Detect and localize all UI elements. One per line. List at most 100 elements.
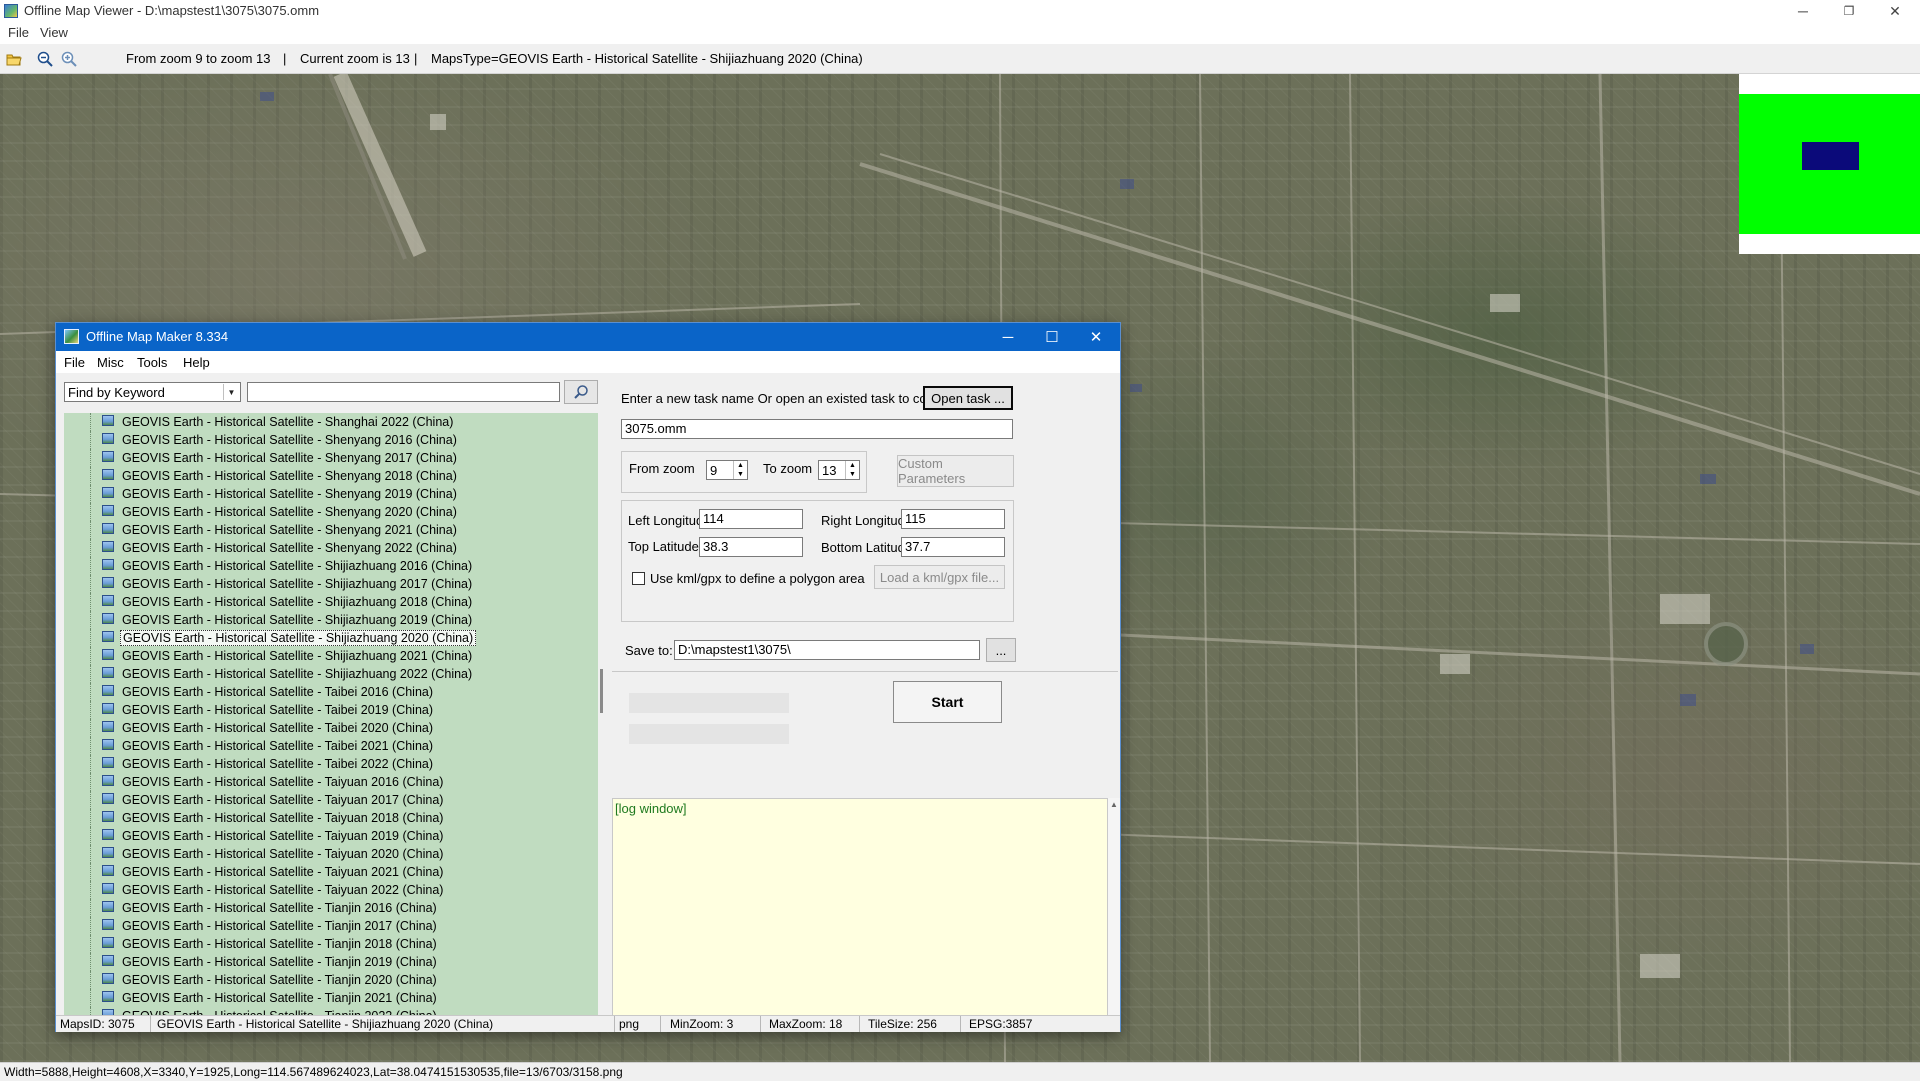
minimap-viewport[interactable] (1802, 142, 1859, 170)
save-path-field[interactable]: D:\mapstest1\3075\ (674, 640, 980, 660)
custom-parameters-button[interactable]: Custom Parameters (897, 455, 1014, 487)
list-item[interactable]: GEOVIS Earth - Historical Satellite - Sh… (64, 431, 598, 449)
list-item[interactable]: GEOVIS Earth - Historical Satellite - Ti… (64, 989, 598, 1007)
overview-minimap[interactable] (1739, 74, 1920, 254)
map-list-scrollbar[interactable] (598, 413, 606, 1015)
list-item[interactable]: GEOVIS Earth - Historical Satellite - Sh… (64, 575, 598, 593)
kml-checkbox[interactable] (632, 572, 645, 585)
dialog-maximize-button[interactable]: ☐ (1030, 323, 1074, 351)
map-layer-icon (102, 811, 114, 822)
toolbar-separator: | (414, 51, 418, 66)
list-item[interactable]: GEOVIS Earth - Historical Satellite - Ti… (64, 935, 598, 953)
list-item[interactable]: GEOVIS Earth - Historical Satellite - Ta… (64, 791, 598, 809)
bottom-latitude-field[interactable]: 37.7 (901, 537, 1005, 557)
list-item[interactable]: GEOVIS Earth - Historical Satellite - Ti… (64, 899, 598, 917)
browse-folder-button[interactable]: ... (986, 638, 1016, 662)
map-layer-icon (102, 973, 114, 984)
tree-connector (90, 665, 91, 683)
dialog-title-bar[interactable]: Offline Map Maker 8.334 ─ ☐ ✕ (56, 323, 1120, 351)
list-item[interactable]: GEOVIS Earth - Historical Satellite - Ti… (64, 917, 598, 935)
list-item[interactable]: GEOVIS Earth - Historical Satellite - Ta… (64, 719, 598, 737)
log-scrollbar[interactable]: ▲ ▼ (1108, 798, 1120, 1028)
log-window[interactable]: [log window] (612, 798, 1108, 1028)
right-longitude-field[interactable]: 115 (901, 509, 1005, 529)
dialog-close-button[interactable]: ✕ (1074, 323, 1118, 351)
from-zoom-stepper[interactable]: 9 ▲ ▼ (706, 460, 748, 480)
list-item[interactable]: GEOVIS Earth - Historical Satellite - Ta… (64, 845, 598, 863)
list-item[interactable]: GEOVIS Earth - Historical Satellite - Sh… (64, 629, 598, 647)
search-input[interactable] (247, 382, 560, 402)
list-item[interactable]: GEOVIS Earth - Historical Satellite - Ta… (64, 737, 598, 755)
search-button[interactable] (564, 380, 598, 404)
menu-file[interactable]: File (8, 25, 29, 40)
map-layer-icon (102, 865, 114, 876)
from-zoom-arrows[interactable]: ▲ ▼ (733, 461, 747, 479)
list-item[interactable]: GEOVIS Earth - Historical Satellite - Sh… (64, 485, 598, 503)
list-item[interactable]: GEOVIS Earth - Historical Satellite - Ta… (64, 809, 598, 827)
list-item[interactable]: GEOVIS Earth - Historical Satellite - Ta… (64, 863, 598, 881)
list-item-label: GEOVIS Earth - Historical Satellite - Ta… (122, 883, 444, 897)
open-task-button[interactable]: Open task ... (923, 386, 1013, 410)
list-item[interactable]: GEOVIS Earth - Historical Satellite - Ta… (64, 827, 598, 845)
scrollbar-thumb[interactable] (600, 669, 603, 713)
tree-connector (90, 845, 91, 863)
status-separator (614, 1016, 615, 1032)
list-item[interactable]: GEOVIS Earth - Historical Satellite - Sh… (64, 539, 598, 557)
list-item-label: GEOVIS Earth - Historical Satellite - Ti… (122, 955, 437, 969)
dialog-menu-file[interactable]: File (64, 355, 85, 370)
list-item[interactable]: GEOVIS Earth - Historical Satellite - Ta… (64, 881, 598, 899)
dialog-menu-tools[interactable]: Tools (137, 355, 167, 370)
list-item[interactable]: GEOVIS Earth - Historical Satellite - Ta… (64, 701, 598, 719)
left-longitude-field[interactable]: 114 (699, 509, 803, 529)
tree-connector (90, 719, 91, 737)
map-type-list[interactable]: GEOVIS Earth - Historical Satellite - Sh… (64, 413, 599, 1015)
task-name-field[interactable]: 3075.omm (621, 419, 1013, 439)
status-format: png (619, 1017, 640, 1031)
list-item[interactable]: GEOVIS Earth - Historical Satellite - Sh… (64, 611, 598, 629)
list-item-label: GEOVIS Earth - Historical Satellite - Sh… (122, 577, 473, 591)
search-mode-dropdown[interactable]: Find by Keyword ▼ (64, 382, 241, 402)
list-item-label: GEOVIS Earth - Historical Satellite - Ta… (122, 865, 444, 879)
open-folder-icon[interactable] (6, 51, 22, 67)
list-item[interactable]: GEOVIS Earth - Historical Satellite - Sh… (64, 665, 598, 683)
list-item[interactable]: GEOVIS Earth - Historical Satellite - Sh… (64, 593, 598, 611)
dialog-title: Offline Map Maker 8.334 (86, 329, 229, 344)
map-layer-icon (102, 415, 114, 426)
list-item[interactable]: GEOVIS Earth - Historical Satellite - Sh… (64, 503, 598, 521)
list-item[interactable]: GEOVIS Earth - Historical Satellite - Ti… (64, 971, 598, 989)
list-item[interactable]: GEOVIS Earth - Historical Satellite - Ti… (64, 1007, 598, 1015)
tree-connector (90, 701, 91, 719)
list-item[interactable]: GEOVIS Earth - Historical Satellite - Sh… (64, 413, 598, 431)
dialog-menu-help[interactable]: Help (183, 355, 210, 370)
load-kml-button[interactable]: Load a kml/gpx file... (874, 565, 1005, 589)
to-zoom-arrows[interactable]: ▲ ▼ (845, 461, 859, 479)
list-item[interactable]: GEOVIS Earth - Historical Satellite - Sh… (64, 647, 598, 665)
restore-button[interactable]: ❐ (1826, 0, 1872, 22)
dialog-menu-misc[interactable]: Misc (97, 355, 124, 370)
list-item[interactable]: GEOVIS Earth - Historical Satellite - Ta… (64, 683, 598, 701)
bounds-group: Left Longitude 114 Right Longitude 115 T… (621, 500, 1014, 622)
list-item-label: GEOVIS Earth - Historical Satellite - Sh… (122, 487, 457, 501)
chevron-down-icon[interactable]: ▼ (223, 384, 239, 400)
minimize-button[interactable]: ─ (1780, 0, 1826, 22)
close-button[interactable]: ✕ (1872, 0, 1918, 22)
top-latitude-field[interactable]: 38.3 (699, 537, 803, 557)
start-button[interactable]: Start (893, 681, 1002, 723)
list-item[interactable]: GEOVIS Earth - Historical Satellite - Ti… (64, 953, 598, 971)
scroll-up-icon[interactable]: ▲ (1110, 800, 1118, 809)
map-layer-icon (102, 955, 114, 966)
dialog-minimize-button[interactable]: ─ (986, 323, 1030, 351)
list-item[interactable]: GEOVIS Earth - Historical Satellite - Sh… (64, 449, 598, 467)
list-item[interactable]: GEOVIS Earth - Historical Satellite - Sh… (64, 467, 598, 485)
to-zoom-stepper[interactable]: 13 ▲ ▼ (818, 460, 860, 480)
list-item[interactable]: GEOVIS Earth - Historical Satellite - Ta… (64, 773, 598, 791)
list-item[interactable]: GEOVIS Earth - Historical Satellite - Ta… (64, 755, 598, 773)
menu-view[interactable]: View (40, 25, 68, 40)
zoom-out-icon[interactable] (37, 51, 53, 67)
kml-checkbox-label[interactable]: Use kml/gpx to define a polygon area (650, 571, 865, 586)
zoom-in-icon[interactable] (61, 51, 77, 67)
list-item[interactable]: GEOVIS Earth - Historical Satellite - Sh… (64, 521, 598, 539)
list-item-label: GEOVIS Earth - Historical Satellite - Sh… (122, 541, 457, 555)
list-item[interactable]: GEOVIS Earth - Historical Satellite - Sh… (64, 557, 598, 575)
main-toolbar: From zoom 9 to zoom 13 | Current zoom is… (0, 44, 1920, 74)
